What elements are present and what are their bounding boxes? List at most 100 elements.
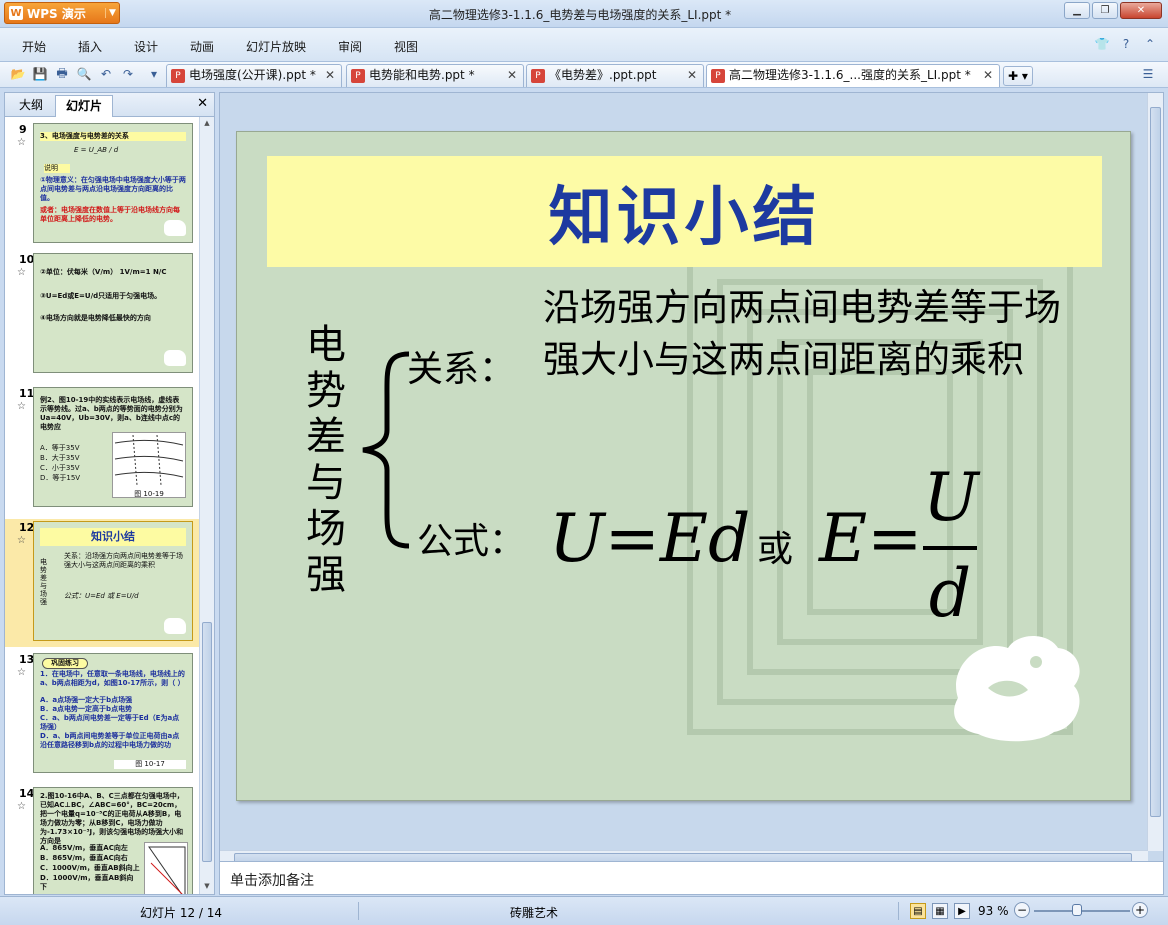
status-divider (358, 902, 359, 920)
menu-slideshow[interactable]: 幻灯片放映 (246, 38, 306, 55)
thumb-text: E = U_AB / d (74, 146, 119, 154)
ppt-file-icon: P (351, 69, 365, 83)
close-tab-icon[interactable]: ✕ (325, 65, 335, 86)
tab-outline[interactable]: 大纲 (9, 95, 53, 117)
thumb-text: 关系：沿场强方向两点间电势差等于场强大小与这两点间距离的乘积 (64, 552, 183, 569)
field-lines-svg (114, 434, 184, 486)
slide-preview: 知识小结 电势差与场强 关系：沿场强方向两点间电势差等于场强大小与这两点间距离的… (33, 521, 193, 641)
formula-label[interactable]: 公式： (417, 512, 525, 564)
doc-tab-1[interactable]: P 电场强度(公开课).ppt * ✕ (166, 64, 342, 87)
normal-view-icon[interactable]: ▤ (910, 903, 926, 919)
redo-icon[interactable]: ↷ (120, 66, 136, 82)
doc-tab-2[interactable]: P 电势能和电势.ppt * ✕ (346, 64, 524, 87)
zoom-slider-track[interactable] (1034, 910, 1130, 912)
thumb-text: 例2、图10-19中的实线表示电场线，虚线表示等势线。过a、b两点的等势面的电势… (40, 396, 183, 431)
vertical-char: 电 (306, 322, 346, 368)
doc-tab-3[interactable]: P 《电势差》.ppt.ppt ✕ (526, 64, 704, 87)
thumbnail-slide-11[interactable]: 11 ☆ 例2、图10-19中的实线表示电场线，虚线表示等势线。过a、b两点的等… (5, 385, 199, 515)
close-pane-icon[interactable]: ✕ (197, 96, 208, 111)
triangle-figure (144, 842, 188, 894)
thumbnail-slide-10[interactable]: 10 ☆ ②单位：伏每米（V/m） 1V/m=1 N/C ③U=Ed或E=U/d… (5, 251, 199, 381)
maximize-button[interactable]: ❐ (1092, 2, 1118, 19)
ppt-file-icon: P (711, 69, 725, 83)
figure-caption: 图 10-17 (114, 760, 186, 769)
menu-home[interactable]: 开始 (22, 38, 46, 55)
minimize-button[interactable]: ▁ (1064, 2, 1090, 19)
skin-icon[interactable]: 👕 (1094, 36, 1110, 52)
emblem-image (164, 220, 186, 236)
current-slide[interactable]: 知识小结 电 势 差 与 场 强 关系： 沿场强方向两点间电势差等于场强大小与这… (236, 131, 1131, 801)
slides-pane: 大纲 幻灯片 ✕ 9 ☆ 3、电场强度与电势差的关系 E = U_AB / d … (4, 92, 215, 895)
theme-name[interactable]: 砖雕艺术 (510, 904, 558, 921)
save-icon[interactable]: 💾 (32, 66, 48, 82)
menu-animation[interactable]: 动画 (190, 38, 214, 55)
close-tab-icon[interactable]: ✕ (983, 65, 993, 86)
status-bar: 幻灯片 12 / 14 砖雕艺术 ▤ ▦ ▶ 93 % − + (0, 896, 1168, 925)
wps-app-menu-button[interactable]: W WPS 演示 ▼ (4, 2, 120, 24)
chevron-down-icon: ▼ (105, 8, 119, 18)
close-tab-icon[interactable]: ✕ (687, 65, 697, 86)
formula-u-equals-ed[interactable]: U=Ed (549, 500, 750, 577)
scrollbar-thumb[interactable] (202, 622, 212, 862)
thumbnail-slide-9[interactable]: 9 ☆ 3、电场强度与电势差的关系 E = U_AB / d 说明 ①物理意义：… (5, 121, 199, 247)
fraction-denominator: d (928, 555, 972, 632)
slide-title[interactable]: 知识小结 (267, 156, 1102, 267)
animation-star-icon: ☆ (17, 667, 26, 678)
dragon-emblem-image (954, 636, 1080, 742)
thumb-text: 3、电场强度与电势差的关系 (40, 132, 186, 141)
zoom-in-button[interactable]: + (1132, 902, 1148, 918)
thumbnail-slide-14[interactable]: 14 ☆ 2.图10-16中A、B、C三点都在匀强电场中，已知AC⊥BC，∠AB… (5, 785, 199, 894)
menu-bar: 开始 插入 设计 动画 幻灯片放映 审阅 视图 👕 ? ⌃ (0, 28, 1168, 62)
animation-star-icon: ☆ (17, 137, 26, 148)
doc-tab-4-active[interactable]: P 高二物理选修3-1.1.6_...强度的关系_LI.ppt * ✕ (706, 64, 1000, 87)
thumbnail-slide-13[interactable]: 13 ☆ 巩固练习 1．在电场中，任意取一条电场线，电场线上的a、b两点相距为d… (5, 651, 199, 781)
slide-preview: 3、电场强度与电势差的关系 E = U_AB / d 说明 ①物理意义：在匀强电… (33, 123, 193, 243)
relation-text[interactable]: 沿场强方向两点间电势差等于场强大小与这两点间距离的乘积 (543, 282, 1063, 386)
customize-toolbar-icon[interactable]: ▾ (146, 66, 162, 82)
thumbnail-scrollbar[interactable]: ▲ ▼ (199, 117, 214, 894)
zoom-level: 93 % (978, 904, 1009, 918)
zoom-out-button[interactable]: − (1014, 902, 1030, 918)
formula-or-text: 或 (757, 529, 794, 570)
relation-label[interactable]: 关系： (407, 340, 515, 392)
figure-caption: 图 10-19 (134, 490, 164, 498)
scrollbar-thumb[interactable] (1150, 107, 1161, 817)
menu-review[interactable]: 审阅 (338, 38, 362, 55)
close-tab-icon[interactable]: ✕ (507, 65, 517, 86)
print-icon[interactable]: 🖶 (54, 66, 70, 82)
close-button[interactable]: ✕ (1120, 2, 1162, 19)
scroll-down-icon[interactable]: ▼ (202, 882, 212, 892)
formula-e-equals[interactable]: E= (819, 500, 922, 577)
new-tab-button[interactable]: ✚ ▾ (1003, 66, 1033, 86)
open-folder-icon[interactable]: 📂 (10, 66, 26, 82)
notes-placeholder[interactable]: 单击添加备注 (230, 870, 314, 890)
emblem-image (164, 618, 186, 634)
animation-star-icon: ☆ (17, 535, 26, 546)
print-preview-icon[interactable]: 🔍 (76, 66, 92, 82)
notes-pane[interactable]: 单击添加备注 (219, 861, 1164, 895)
menu-insert[interactable]: 插入 (78, 38, 102, 55)
doc-tab-label: 《电势差》.ppt.ppt (549, 68, 657, 82)
menu-view[interactable]: 视图 (394, 38, 418, 55)
tab-list-icon[interactable]: ☰ (1140, 66, 1156, 82)
vertical-topic-label[interactable]: 电 势 差 与 场 强 (303, 322, 349, 598)
menu-design[interactable]: 设计 (134, 38, 158, 55)
slide-sorter-view-icon[interactable]: ▦ (932, 903, 948, 919)
thumb-text: C．1000V/m，垂直AB斜向上 (40, 864, 140, 872)
vertical-scrollbar[interactable] (1147, 93, 1163, 851)
vertical-char: 势 (306, 368, 346, 414)
fraction-bar (923, 546, 977, 550)
scroll-up-icon[interactable]: ▲ (202, 119, 212, 129)
animation-star-icon: ☆ (17, 401, 26, 412)
help-icon[interactable]: ? (1118, 36, 1134, 52)
undo-icon[interactable]: ↶ (98, 66, 114, 82)
curly-brace (362, 351, 410, 549)
zoom-slider-handle[interactable] (1072, 904, 1082, 916)
thumb-text: A．等于35V (40, 444, 80, 452)
tab-slides[interactable]: 幻灯片 (55, 95, 114, 117)
thumb-text: 2.图10-16中A、B、C三点都在匀强电场中，已知AC⊥BC，∠ABC=60°… (40, 792, 184, 845)
ribbon-collapse-icon[interactable]: ⌃ (1142, 36, 1158, 52)
thumbnail-slide-12-selected[interactable]: 12 ☆ 知识小结 电势差与场强 关系：沿场强方向两点间电势差等于场强大小与这两… (5, 519, 199, 647)
doc-tab-label: 高二物理选修3-1.1.6_...强度的关系_LI.ppt * (729, 68, 971, 82)
slideshow-view-icon[interactable]: ▶ (954, 903, 970, 919)
